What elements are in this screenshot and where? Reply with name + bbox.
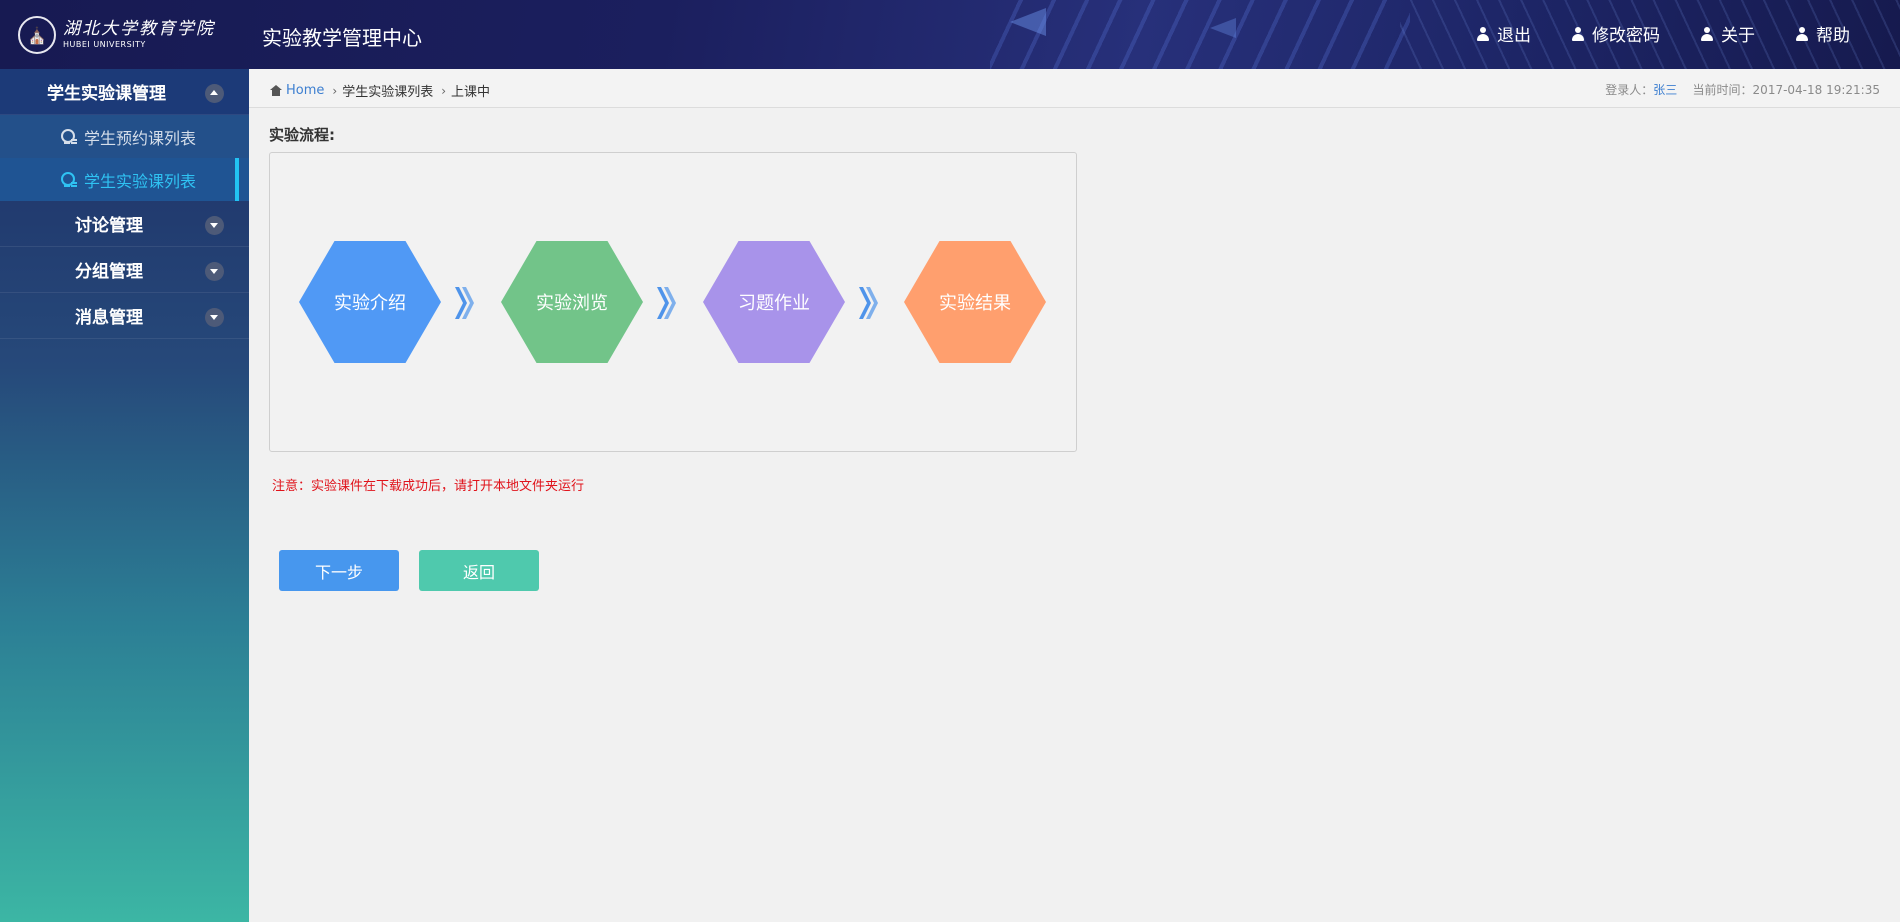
flow-step-browse[interactable]: 实验浏览 [501, 241, 643, 363]
home-icon [270, 85, 282, 96]
chevron-up-icon[interactable] [205, 84, 224, 103]
logout-link[interactable]: 退出 [1476, 21, 1531, 46]
flow-step-label: 习题作业 [738, 293, 810, 314]
next-step-button[interactable]: 下一步 [279, 550, 399, 591]
double-chevron-right-icon [453, 283, 475, 323]
login-info: 登录人：张三 当前时间：2017-04-18 19:21:35 [1605, 81, 1880, 98]
system-title: 实验教学管理中心 [262, 26, 422, 50]
breadcrumb-current: 上课中 [451, 85, 491, 100]
top-nav: 退出 修改密码 关于 帮助 [1436, 21, 1850, 46]
double-chevron-right-icon [857, 283, 879, 323]
lightbulb-icon [60, 128, 78, 146]
chevron-right-icon: › [441, 83, 447, 98]
sidebar-item-reservation-list[interactable]: 学生预约课列表 [0, 115, 249, 158]
chevron-down-icon[interactable] [205, 262, 224, 281]
user-icon [1700, 26, 1714, 41]
menu-header-label: 讨论管理 [75, 216, 143, 236]
university-logo: ⛪ 湖北大学教育学院 HUBEI UNIVERSITY [18, 14, 215, 56]
current-time: 2017-04-18 19:21:35 [1752, 83, 1880, 97]
menu-group-grouping: 分组管理 [0, 247, 249, 293]
chevron-right-icon: › [332, 83, 338, 98]
flow-step-intro[interactable]: 实验介绍 [299, 241, 441, 363]
top-header: ⛪ 湖北大学教育学院 HUBEI UNIVERSITY 实验教学管理中心 退出 … [0, 0, 1900, 69]
user-icon [1795, 26, 1809, 41]
logo-english-name: HUBEI UNIVERSITY [63, 40, 146, 49]
flow-step-homework[interactable]: 习题作业 [703, 241, 845, 363]
header-arrow-decoration [1210, 18, 1236, 38]
breadcrumb-item[interactable]: 学生实验课列表 [342, 81, 433, 100]
breadcrumb: Home › 学生实验课列表 › 上课中 [270, 81, 490, 100]
logo-chinese-name: 湖北大学教育学院 [63, 19, 215, 39]
breadcrumb-bar: Home › 学生实验课列表 › 上课中 登录人：张三 当前时间：2017-04… [249, 69, 1900, 108]
chevron-down-icon[interactable] [205, 216, 224, 235]
sidebar-item-lab-course-list[interactable]: 学生实验课列表 [0, 158, 249, 201]
menu-header-label: 分组管理 [75, 262, 143, 282]
flow-step-label: 实验浏览 [536, 293, 608, 314]
menu-header-student-lab[interactable]: 学生实验课管理 [0, 69, 249, 115]
about-link[interactable]: 关于 [1700, 21, 1755, 46]
sidebar-item-label: 学生实验课列表 [84, 171, 197, 191]
university-seal-icon: ⛪ [18, 16, 56, 54]
back-button[interactable]: 返回 [419, 550, 539, 591]
chevron-down-icon[interactable] [205, 308, 224, 327]
flow-step-label: 实验介绍 [334, 293, 406, 314]
help-link[interactable]: 帮助 [1795, 21, 1850, 46]
menu-header-label: 消息管理 [75, 308, 143, 328]
double-chevron-right-icon [655, 283, 677, 323]
main-content: Home › 学生实验课列表 › 上课中 登录人：张三 当前时间：2017-04… [249, 69, 1900, 922]
flow-diagram: 实验介绍 实验浏览 习题作业 实验结果 [269, 152, 1077, 452]
header-decoration [990, 0, 1410, 69]
login-label: 登录人： [1605, 83, 1654, 97]
change-password-link[interactable]: 修改密码 [1571, 21, 1660, 46]
user-icon [1476, 26, 1490, 41]
nav-label: 修改密码 [1592, 26, 1660, 46]
menu-group-messages: 消息管理 [0, 293, 249, 339]
user-icon [1571, 26, 1585, 41]
nav-label: 关于 [1721, 26, 1755, 46]
sidebar: 学生实验课管理 学生预约课列表 学生实验课列表 讨论管理 分组管理 消息管理 [0, 69, 249, 922]
nav-label: 退出 [1497, 26, 1531, 46]
flow-step-result[interactable]: 实验结果 [904, 241, 1046, 363]
download-notice: 注意：实验课件在下载成功后，请打开本地文件夹运行 [272, 479, 585, 494]
breadcrumb-home-link[interactable]: Home [286, 83, 324, 98]
lightbulb-icon [60, 171, 78, 189]
nav-label: 帮助 [1816, 26, 1850, 46]
menu-header-messages[interactable]: 消息管理 [0, 293, 249, 339]
menu-group-discussion: 讨论管理 [0, 201, 249, 247]
header-arrow-decoration [1010, 8, 1046, 36]
menu-header-grouping[interactable]: 分组管理 [0, 247, 249, 293]
menu-group-student-lab: 学生实验课管理 学生预约课列表 学生实验课列表 [0, 69, 249, 201]
time-label: 当前时间： [1692, 83, 1753, 97]
flow-title: 实验流程: [269, 126, 335, 144]
flow-step-label: 实验结果 [939, 293, 1011, 314]
submenu-student-lab: 学生预约课列表 学生实验课列表 [0, 115, 249, 201]
menu-header-discussion[interactable]: 讨论管理 [0, 201, 249, 247]
login-user-name[interactable]: 张三 [1653, 83, 1677, 97]
sidebar-item-label: 学生预约课列表 [84, 128, 197, 148]
menu-header-label: 学生实验课管理 [47, 84, 166, 104]
